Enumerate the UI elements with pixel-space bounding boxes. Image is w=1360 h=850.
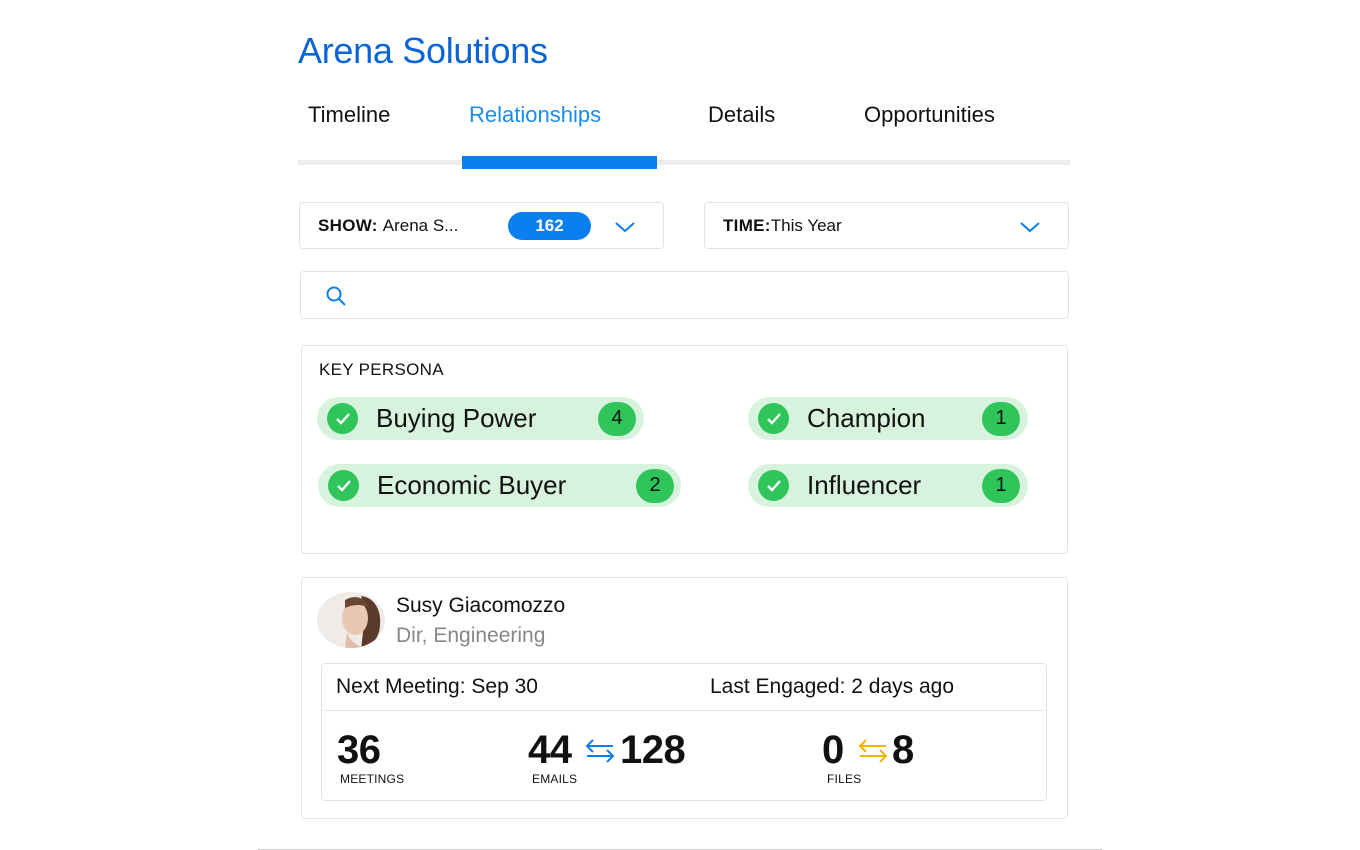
show-count-badge: 162 xyxy=(508,212,591,240)
show-filter-label: SHOW: xyxy=(318,215,378,235)
last-engaged-label: Last Engaged: xyxy=(710,675,852,698)
search-input[interactable] xyxy=(300,271,1069,319)
files-sent-count: 0 xyxy=(822,728,844,772)
last-engaged-value: 2 days ago xyxy=(851,675,955,698)
check-icon xyxy=(327,403,358,434)
show-filter-dropdown[interactable]: SHOW: Arena S... xyxy=(299,202,664,249)
meetings-label: MEETINGS xyxy=(340,772,405,786)
show-filter-value: Arena S... xyxy=(382,215,459,235)
persona-count-badge: 2 xyxy=(636,468,674,503)
emails-received-count: 128 xyxy=(620,728,686,772)
persona-influencer[interactable]: Influencer 1 xyxy=(748,464,1028,507)
persona-label: Economic Buyer xyxy=(377,470,567,500)
time-filter-value: This Year xyxy=(770,215,842,235)
active-tab-indicator xyxy=(462,156,657,169)
check-icon xyxy=(758,470,789,501)
page-title: Arena Solutions xyxy=(298,30,548,71)
emails-label: EMAILS xyxy=(532,772,578,786)
check-icon xyxy=(328,470,359,501)
persona-champion[interactable]: Champion 1 xyxy=(748,397,1028,440)
chevron-down-icon[interactable] xyxy=(614,220,636,234)
persona-count-badge: 1 xyxy=(982,468,1020,503)
emails-sent-count: 44 xyxy=(528,728,572,772)
persona-economic-buyer[interactable]: Economic Buyer 2 xyxy=(318,464,681,507)
tab-opportunities[interactable]: Opportunities xyxy=(864,102,995,128)
next-meeting: Next Meeting: Sep 30 xyxy=(336,675,538,699)
key-persona-heading: KEY PERSONA xyxy=(319,360,444,379)
persona-count-badge: 4 xyxy=(598,401,636,436)
last-engaged: Last Engaged: 2 days ago xyxy=(710,675,954,699)
persona-label: Buying Power xyxy=(376,403,537,433)
tab-relationships[interactable]: Relationships xyxy=(469,102,601,128)
search-icon xyxy=(326,286,346,306)
persona-label: Champion xyxy=(807,403,926,433)
persona-label: Influencer xyxy=(807,470,922,500)
exchange-arrows-icon xyxy=(858,739,888,763)
check-icon xyxy=(758,403,789,434)
contact-name[interactable]: Susy Giacomozzo xyxy=(396,594,565,618)
time-filter-dropdown[interactable]: TIME: This Year xyxy=(704,202,1069,249)
tab-details[interactable]: Details xyxy=(708,102,775,128)
files-received-count: 8 xyxy=(892,728,914,772)
divider xyxy=(322,710,1046,711)
avatar xyxy=(317,592,385,648)
persona-buying-power[interactable]: Buying Power 4 xyxy=(317,397,644,440)
persona-count-badge: 1 xyxy=(982,401,1020,436)
next-meeting-value: Sep 30 xyxy=(471,675,538,698)
next-meeting-label: Next Meeting: xyxy=(336,675,472,698)
tab-track xyxy=(298,160,1070,165)
meetings-count: 36 xyxy=(337,728,381,772)
exchange-arrows-icon xyxy=(585,739,615,763)
contact-role: Dir, Engineering xyxy=(396,624,546,647)
tab-timeline[interactable]: Timeline xyxy=(308,102,390,128)
time-filter-label: TIME: xyxy=(723,215,771,235)
chevron-down-icon[interactable] xyxy=(1019,220,1041,234)
files-label: FILES xyxy=(827,772,862,786)
